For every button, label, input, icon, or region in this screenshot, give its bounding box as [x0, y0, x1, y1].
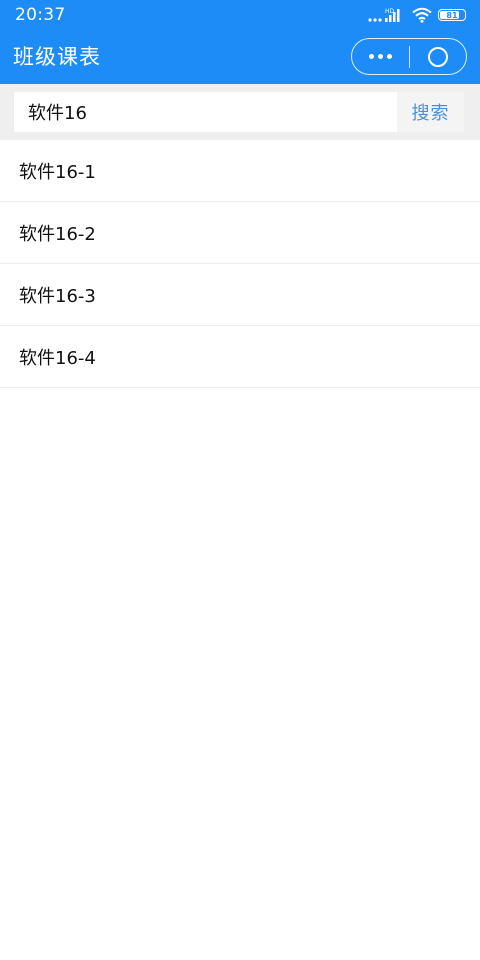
nav-bar: 班级课表: [0, 30, 480, 84]
close-mini-program-icon: [427, 46, 448, 67]
more-button[interactable]: [352, 39, 409, 74]
close-mini-program-button[interactable]: [409, 39, 466, 74]
list-item[interactable]: 软件16-3: [0, 264, 480, 326]
screen: 20:37 HD 81 班级课表 软件16 搜索 软件16-1 软件16-2 软…: [0, 0, 480, 960]
more-icon: [368, 54, 392, 59]
status-bar: 20:37 HD 81: [0, 0, 480, 30]
status-time: 20:37: [15, 5, 66, 25]
search-button[interactable]: 搜索: [397, 92, 464, 132]
status-icons: HD 81: [368, 5, 466, 25]
list-item[interactable]: 软件16-1: [0, 140, 480, 202]
battery-level: 81: [446, 10, 458, 20]
wifi-icon: [412, 7, 432, 23]
battery-icon: 81: [438, 9, 466, 21]
list-item[interactable]: 软件16-2: [0, 202, 480, 264]
search-input[interactable]: [14, 92, 397, 132]
list-item[interactable]: 软件16-4: [0, 326, 480, 388]
mini-program-capsule: [351, 38, 467, 75]
page-title: 班级课表: [13, 45, 101, 69]
signal-icon: HD: [368, 8, 400, 22]
search-bar: 搜索: [0, 84, 480, 140]
class-result-list: 软件16-1 软件16-2 软件16-3 软件16-4: [0, 140, 480, 388]
